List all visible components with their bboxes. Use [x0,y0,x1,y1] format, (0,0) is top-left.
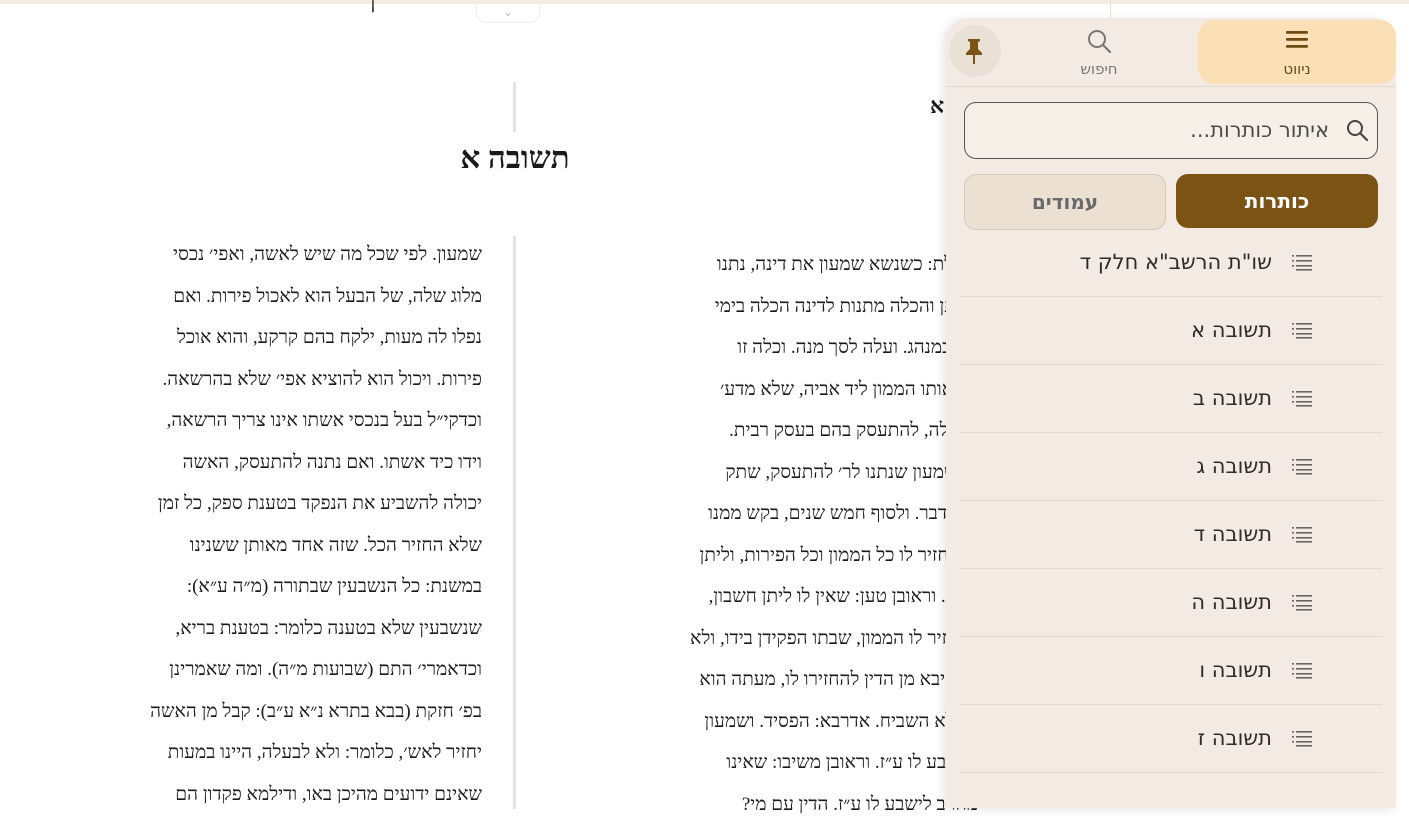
text-line: נפלו לה מעות, ילקח בהם קרקע, והוא אוכל [30,317,482,359]
text-line: שבון. וראובן טען: שאין לו ליתן חשבון, [548,576,978,618]
toc-item[interactable]: תשובה ג [960,433,1382,501]
text-line: נה בדבר. ולסוף חמש שנים, בקש ממנו [548,493,978,535]
menu-icon [1284,28,1310,52]
text-line: ן בעלה, להתעסק בהם בעסק רבית. [548,410,978,452]
text-line: וידו כיד אשתו. ואם נתנה להתעסק, האשה [30,442,482,484]
toc-item-label: שו"ת הרשב"א חלק ד [1080,229,1272,295]
column-divider [513,82,516,132]
toc-item[interactable]: תשובה ה [960,569,1382,637]
search-icon [1086,28,1112,54]
toc-list: שו"ת הרשב"א חלק ד תשובה א תשובה ב תשובה … [960,229,1382,773]
list-icon [1292,457,1312,475]
pin-icon [963,37,985,65]
text-line: יחזיר לאש׳, כלומר: ולא לבעלה, היינו במעו… [30,732,482,774]
toc-item-label: תשובה א [1191,297,1272,363]
text-line: מלוג שלה, של הבעל הוא לאכול פירות. ואם [30,276,482,318]
text-line: במשנת: כל הנשבעין שבתורה (מ״ה ע״א): [30,566,482,608]
toc-item-label: תשובה ד [1194,501,1272,567]
text-line: בפ׳ חזקת (בבא בתרא נ״א ע״ב): קבל מן האשה [30,691,482,733]
tab-search-label: חיפוש [1056,60,1142,78]
page-fragment-top: ן [370,0,376,14]
list-icon [1292,729,1312,747]
list-icon [1292,389,1312,407]
text-line: דה אותו הממון ליד אביה, שלא מדע׳ [548,369,978,411]
toc-item[interactable]: תשובה ד [960,501,1382,569]
toc-item-label: תשובה ב [1193,365,1272,431]
list-icon [1292,593,1312,611]
toc-item-label: תשובה ה [1191,569,1272,635]
top-border [0,0,1409,4]
text-line: יכולה להשביע את הנפקד בטענת ספק, כל זמן [30,483,482,525]
panel-divider [946,86,1396,87]
pin-button[interactable] [949,25,1001,77]
tab-search[interactable]: חיפוש [1056,20,1142,84]
page-title: תשובה א [330,140,700,176]
headings-filter-input[interactable] [977,111,1331,149]
text-column-right: שאלת: כשנשא שמעון את דינה, נתנו החתן והכ… [548,244,978,825]
toc-item[interactable]: תשובה א [960,297,1382,365]
list-icon [1292,661,1312,679]
text-line: : שלא השביח. אדרבא: הפסיד. ושמעון [548,701,978,743]
toc-item-label: תשובה ו [1199,637,1272,703]
list-icon [1292,253,1312,271]
text-column-left: שמעון. לפי שכל מה שיש לאשה, ואפי׳ נכסי מ… [30,234,482,815]
headings-toggle[interactable]: כותרות [1176,174,1378,228]
toc-item[interactable]: תשובה ז [960,705,1382,773]
navigation-panel: חיפוש ניווט עמודים כותרות שו"ת הרשב"א חל… [946,18,1396,808]
toc-item[interactable]: תשובה ב [960,365,1382,433]
heading-fragment: א [930,93,944,119]
toc-item[interactable]: שו"ת הרשב"א חלק ד [960,229,1382,297]
pages-toggle[interactable]: עמודים [964,174,1166,230]
text-line: וכדקי״ל בעל בנכסי אשתו אינו צריך הרשאה, [30,400,482,442]
text-line: יע שמעון שנתנו לר׳ להתעסק, שתק [548,452,978,494]
collapse-toggle[interactable]: ⌄ [476,0,540,23]
text-line: מחויב לישבע לו ע״ז. הדין עם מי? [548,784,978,825]
text-line: וכדאמרי׳ התם (שבועות מ״ה). ומה שאמרינן [30,649,482,691]
list-icon [1292,321,1312,339]
text-line: ואם יבא מן הדין להחזירו לו, מעתה הוא [548,659,978,701]
search-icon [1345,118,1369,142]
text-line: להחזיר לו הממון, שבתו הפקידן בידו, ולא [548,618,978,660]
text-line: ן להחזיר לו כל הממון וכל הפירות, וליתן [548,535,978,577]
text-line: שישבע לו ע״ז. וראובן משיבו: שאינו [548,742,978,784]
text-line: החתן והכלה מתנות לדינה הכלה בימי [548,286,978,328]
text-line: פירות. ויכול הוא להוציא אפי׳ שלא בהרשאה. [30,359,482,401]
toc-item-label: תשובה ג [1196,433,1272,499]
text-line: נה, כמנהג. ועלה לסך מנה. וכלה זו [548,327,978,369]
text-line: שלא החזיר הכל. שזה אחד מאותן ששנינו [30,525,482,567]
toc-item[interactable]: תשובה ו [960,637,1382,705]
text-line: שאלת: כשנשא שמעון את דינה, נתנו [548,244,978,286]
tab-navigation-label: ניווט [1198,60,1396,78]
headings-filter [964,102,1378,159]
chevron-down-icon: ⌄ [503,5,513,19]
panel-edge-line [1110,0,1111,18]
text-line: שנשבעין שלא בטענה כלומר: בטענת בריא, [30,608,482,650]
column-divider [513,236,516,809]
tab-navigation[interactable]: ניווט [1198,20,1396,84]
toc-item-label: תשובה ז [1198,705,1272,771]
text-line: שמעון. לפי שכל מה שיש לאשה, ואפי׳ נכסי [30,234,482,276]
list-icon [1292,525,1312,543]
